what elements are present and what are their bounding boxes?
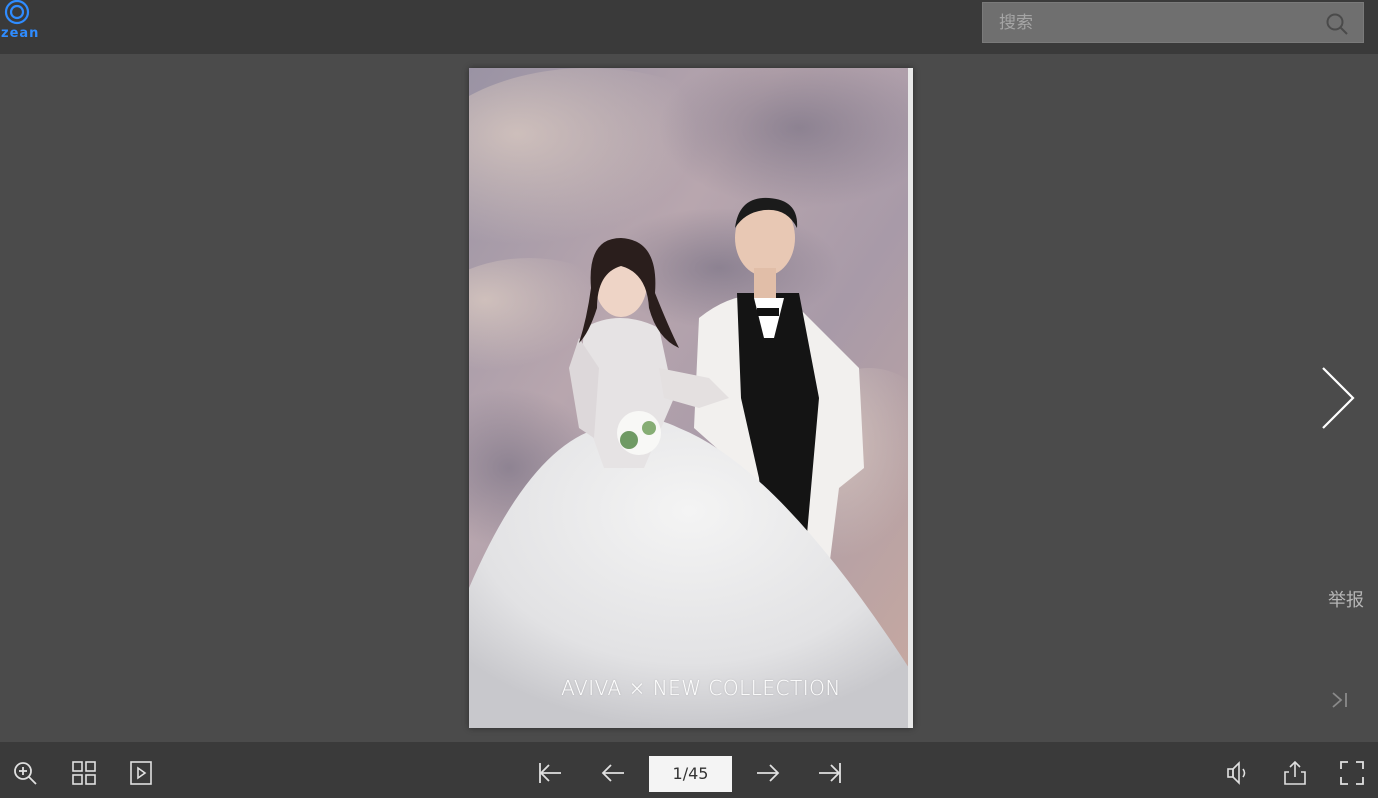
first-page-button[interactable] xyxy=(537,760,563,786)
share-button[interactable] xyxy=(1282,760,1308,786)
next-page-button[interactable] xyxy=(755,760,781,786)
page-indicator[interactable]: 1/45 xyxy=(649,756,732,792)
search-icon[interactable] xyxy=(1325,12,1349,36)
fullscreen-button[interactable] xyxy=(1339,760,1365,786)
share-icon xyxy=(1284,760,1306,785)
sound-icon xyxy=(1227,761,1246,785)
prev-page-button[interactable] xyxy=(600,760,626,786)
last-page-button[interactable] xyxy=(817,760,843,786)
wedding-photo xyxy=(469,68,913,728)
page-edge xyxy=(908,68,913,728)
fullscreen-icon xyxy=(1340,761,1364,785)
logo-text: zean xyxy=(1,26,40,41)
autoplay-button[interactable] xyxy=(128,760,154,786)
first-page-icon xyxy=(539,763,561,783)
flipbook-page[interactable]: AVIVA × NEW COLLECTION xyxy=(469,68,913,728)
play-icon xyxy=(130,761,152,785)
next-page-arrow-icon[interactable] xyxy=(1318,366,1358,430)
zoom-in-icon xyxy=(14,762,37,785)
top-bar: zean xyxy=(0,0,1378,54)
search-box[interactable] xyxy=(982,2,1364,43)
sound-button[interactable] xyxy=(1225,760,1251,786)
thumbnails-button[interactable] xyxy=(71,760,97,786)
last-page-small-icon[interactable] xyxy=(1330,690,1350,710)
page-caption: AVIVA × NEW COLLECTION xyxy=(561,676,841,700)
zean-logo[interactable]: zean xyxy=(0,0,44,50)
grid-icon xyxy=(72,761,96,785)
prev-page-icon xyxy=(601,764,624,782)
report-link[interactable]: 举报 xyxy=(1328,586,1364,612)
bottom-toolbar: 1/45 xyxy=(0,742,1378,798)
next-page-icon xyxy=(757,764,780,782)
search-input[interactable] xyxy=(983,3,1319,42)
last-page-icon xyxy=(819,763,841,783)
zoom-in-button[interactable] xyxy=(12,760,38,786)
